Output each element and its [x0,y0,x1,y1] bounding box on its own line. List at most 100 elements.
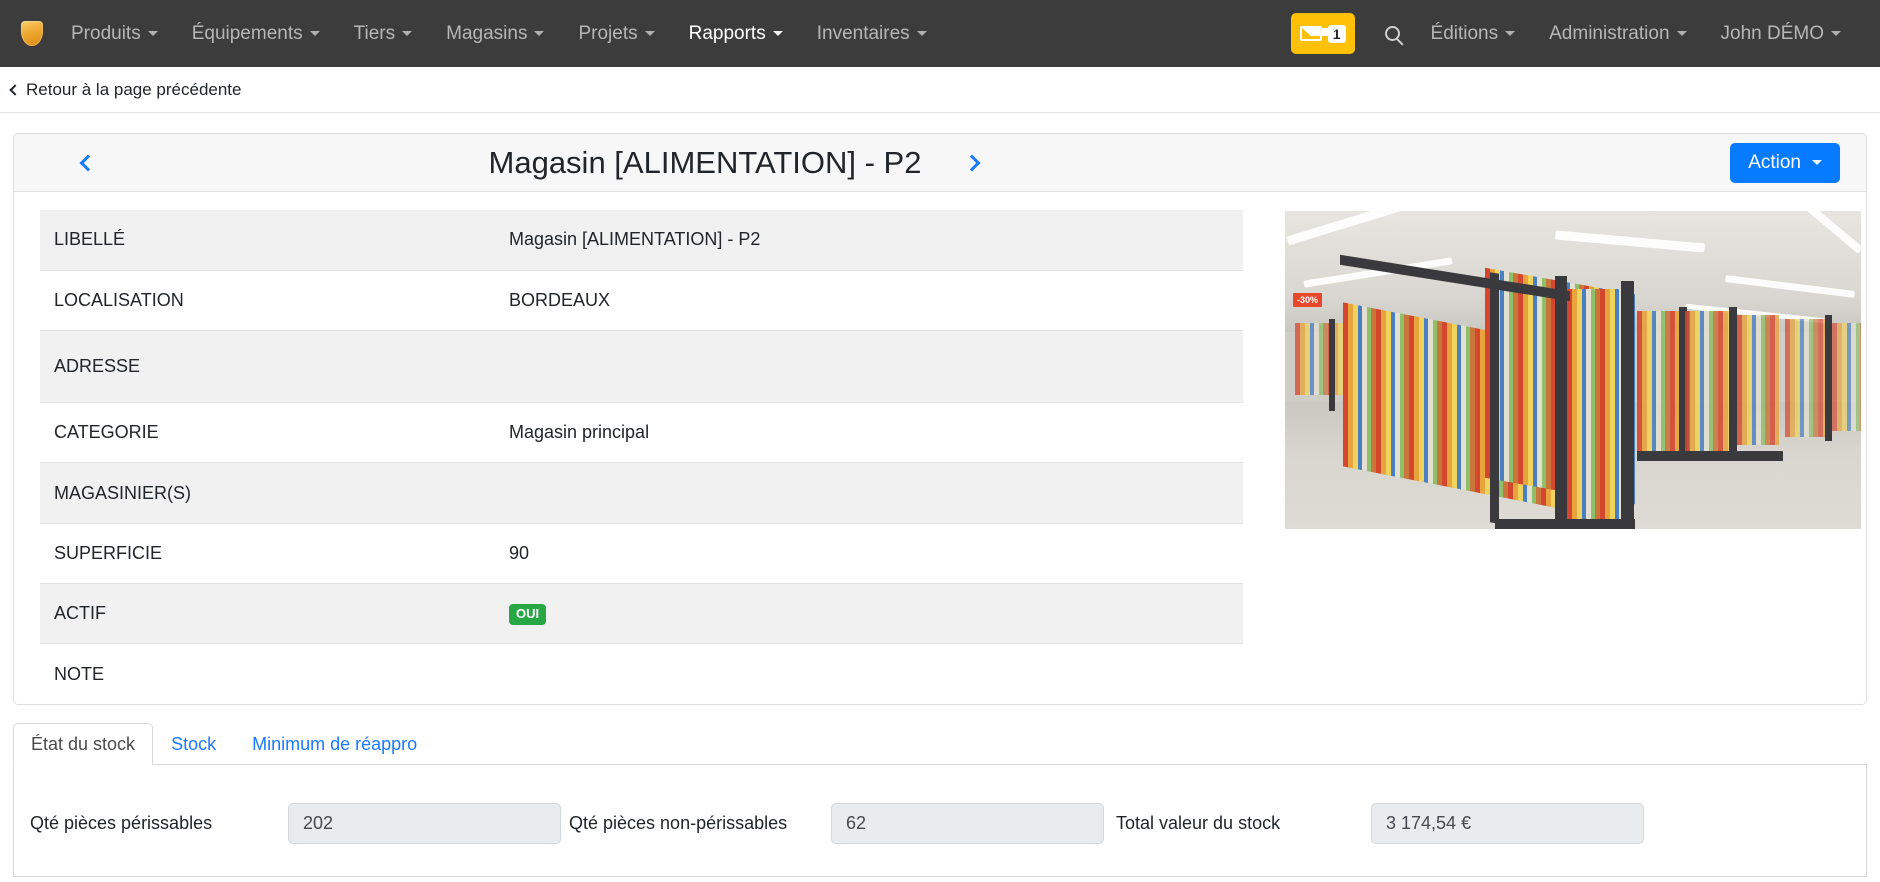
field-qte-pieces-perissables: Qté pièces périssables [30,803,561,844]
nav-item-tiers[interactable]: Tiers [337,15,430,53]
record-details-table: LIBELLÉ Magasin [ALIMENTATION] - P2 LOCA… [40,210,1243,704]
nav-item-label: Projets [578,22,638,44]
chevron-down-icon [309,31,320,36]
chevron-down-icon [402,31,413,36]
nav-item-label: Magasins [446,22,528,44]
detail-value: BORDEAUX [495,270,1243,331]
chevron-down-icon [644,31,655,36]
chevron-down-icon [1505,31,1516,36]
nav-item-user-menu[interactable]: John DÉMO [1704,15,1858,53]
detail-value [495,644,1243,704]
qte-pieces-non-perissables-input[interactable] [831,803,1104,844]
nav-item-label: Équipements [191,22,303,44]
nav-item-label: Éditions [1430,22,1499,44]
detail-label: MAGASINIER(S) [40,462,495,524]
nav-item-inventaires[interactable]: Inventaires [800,15,944,53]
nav-item-projets[interactable]: Projets [561,15,671,53]
table-row: SUPERFICIE 90 [40,523,1243,584]
detail-label: ADRESSE [40,330,495,404]
stock-tabs: État du stock Stock Minimum de réappro [13,723,1867,765]
back-link-label: Retour à la page précédente [26,79,242,99]
back-to-previous-page-link[interactable]: Retour à la page précédente [9,79,242,100]
table-row: ACTIF OUI [40,583,1243,645]
table-row: NOTE [40,644,1243,704]
tab-label: Minimum de réappro [252,734,418,754]
photo-goods [1737,315,1779,445]
nav-item-label: Produits [71,22,141,44]
photo-shelf-base [1495,519,1635,529]
record-header: Magasin [ALIMENTATION] - P2 Action [13,133,1867,192]
photo-shelf-frame [1329,319,1335,411]
chevron-down-icon [1831,31,1841,36]
table-row: LIBELLÉ Magasin [ALIMENTATION] - P2 [40,210,1243,271]
nav-item-equipements[interactable]: Équipements [175,15,337,53]
top-navbar: Produits Équipements Tiers Magasins Proj… [0,0,1880,67]
chevron-left-icon [9,83,21,96]
photo-shelf-base [1637,451,1783,461]
page-title: Magasin [ALIMENTATION] - P2 [488,144,922,180]
detail-value: OUI [495,583,1243,645]
nav-item-administration[interactable]: Administration [1532,15,1703,53]
chevron-down-icon [1812,160,1822,165]
table-row: CATEGORIE Magasin principal [40,402,1243,464]
nav-item-rapports[interactable]: Rapports [672,15,800,53]
photo-shelf-frame [1555,276,1567,529]
photo-goods [1567,289,1621,529]
detail-label: LOCALISATION [40,270,495,331]
primary-nav: Produits Équipements Tiers Magasins Proj… [54,15,944,53]
store-photo: -30% [1285,211,1861,529]
detail-label: SUPERFICIE [40,523,495,584]
previous-record-button[interactable] [66,143,106,183]
chevron-down-icon [147,31,158,36]
detail-value [495,330,1243,404]
nav-item-magasins[interactable]: Magasins [429,15,561,53]
chevron-down-icon [772,31,783,36]
tab-etat-du-stock[interactable]: État du stock [13,723,154,765]
tab-label: État du stock [31,734,136,754]
detail-label: ACTIF [40,583,495,645]
photo-promo-tag: -30% [1293,293,1323,307]
chevron-left-icon [79,154,97,171]
shield-icon [21,21,43,46]
messages-button[interactable]: 1 [1290,13,1355,54]
detail-value [495,462,1243,524]
search-icon [1384,26,1400,41]
detail-label: LIBELLÉ [40,210,495,271]
photo-shelf-frame [1621,281,1634,529]
action-button[interactable]: Action [1730,142,1840,183]
nav-item-label: Administration [1549,22,1670,44]
field-qte-pieces-non-perissables: Qté pièces non-périssables [569,803,1104,844]
chevron-down-icon [916,31,927,36]
action-button-label: Action [1748,151,1801,173]
app-logo[interactable] [10,12,54,56]
next-record-button[interactable] [954,143,994,183]
nav-item-editions[interactable]: Éditions [1414,15,1533,53]
photo-shelf-frame [1729,307,1737,459]
qte-pieces-perissables-input[interactable] [288,803,561,844]
table-row: ADRESSE [40,330,1243,404]
field-total-valeur-du-stock: Total valeur du stock [1116,803,1644,844]
user-name-label: John DÉMO [1720,22,1824,44]
stock-form-panel: Qté pièces périssables Qté pièces non-pé… [13,765,1867,877]
detail-label: NOTE [54,663,105,684]
tab-minimum-de-reappro[interactable]: Minimum de réappro [234,723,435,765]
nav-item-label: Rapports [688,22,766,44]
total-valeur-du-stock-input[interactable] [1371,803,1644,844]
photo-goods [1832,323,1861,431]
nav-item-produits[interactable]: Produits [54,15,175,53]
detail-value: Magasin principal [495,402,1243,464]
back-bar: Retour à la page précédente [0,67,1880,113]
field-label: Total valeur du stock [1116,813,1281,833]
field-label: Qté pièces périssables [30,813,213,833]
envelope-icon [1299,26,1338,41]
secondary-nav: 1 Éditions Administration John DÉMO [1290,13,1858,54]
search-button[interactable] [1371,18,1414,49]
field-label: Qté pièces non-périssables [569,813,788,833]
photo-goods [1685,311,1733,453]
chevron-right-icon [963,154,981,171]
tab-stock[interactable]: Stock [153,723,234,765]
status-badge: OUI [509,604,547,626]
photo-shelf-frame [1490,272,1499,524]
nav-item-label: Inventaires [816,22,910,44]
photo-goods [1785,319,1829,437]
